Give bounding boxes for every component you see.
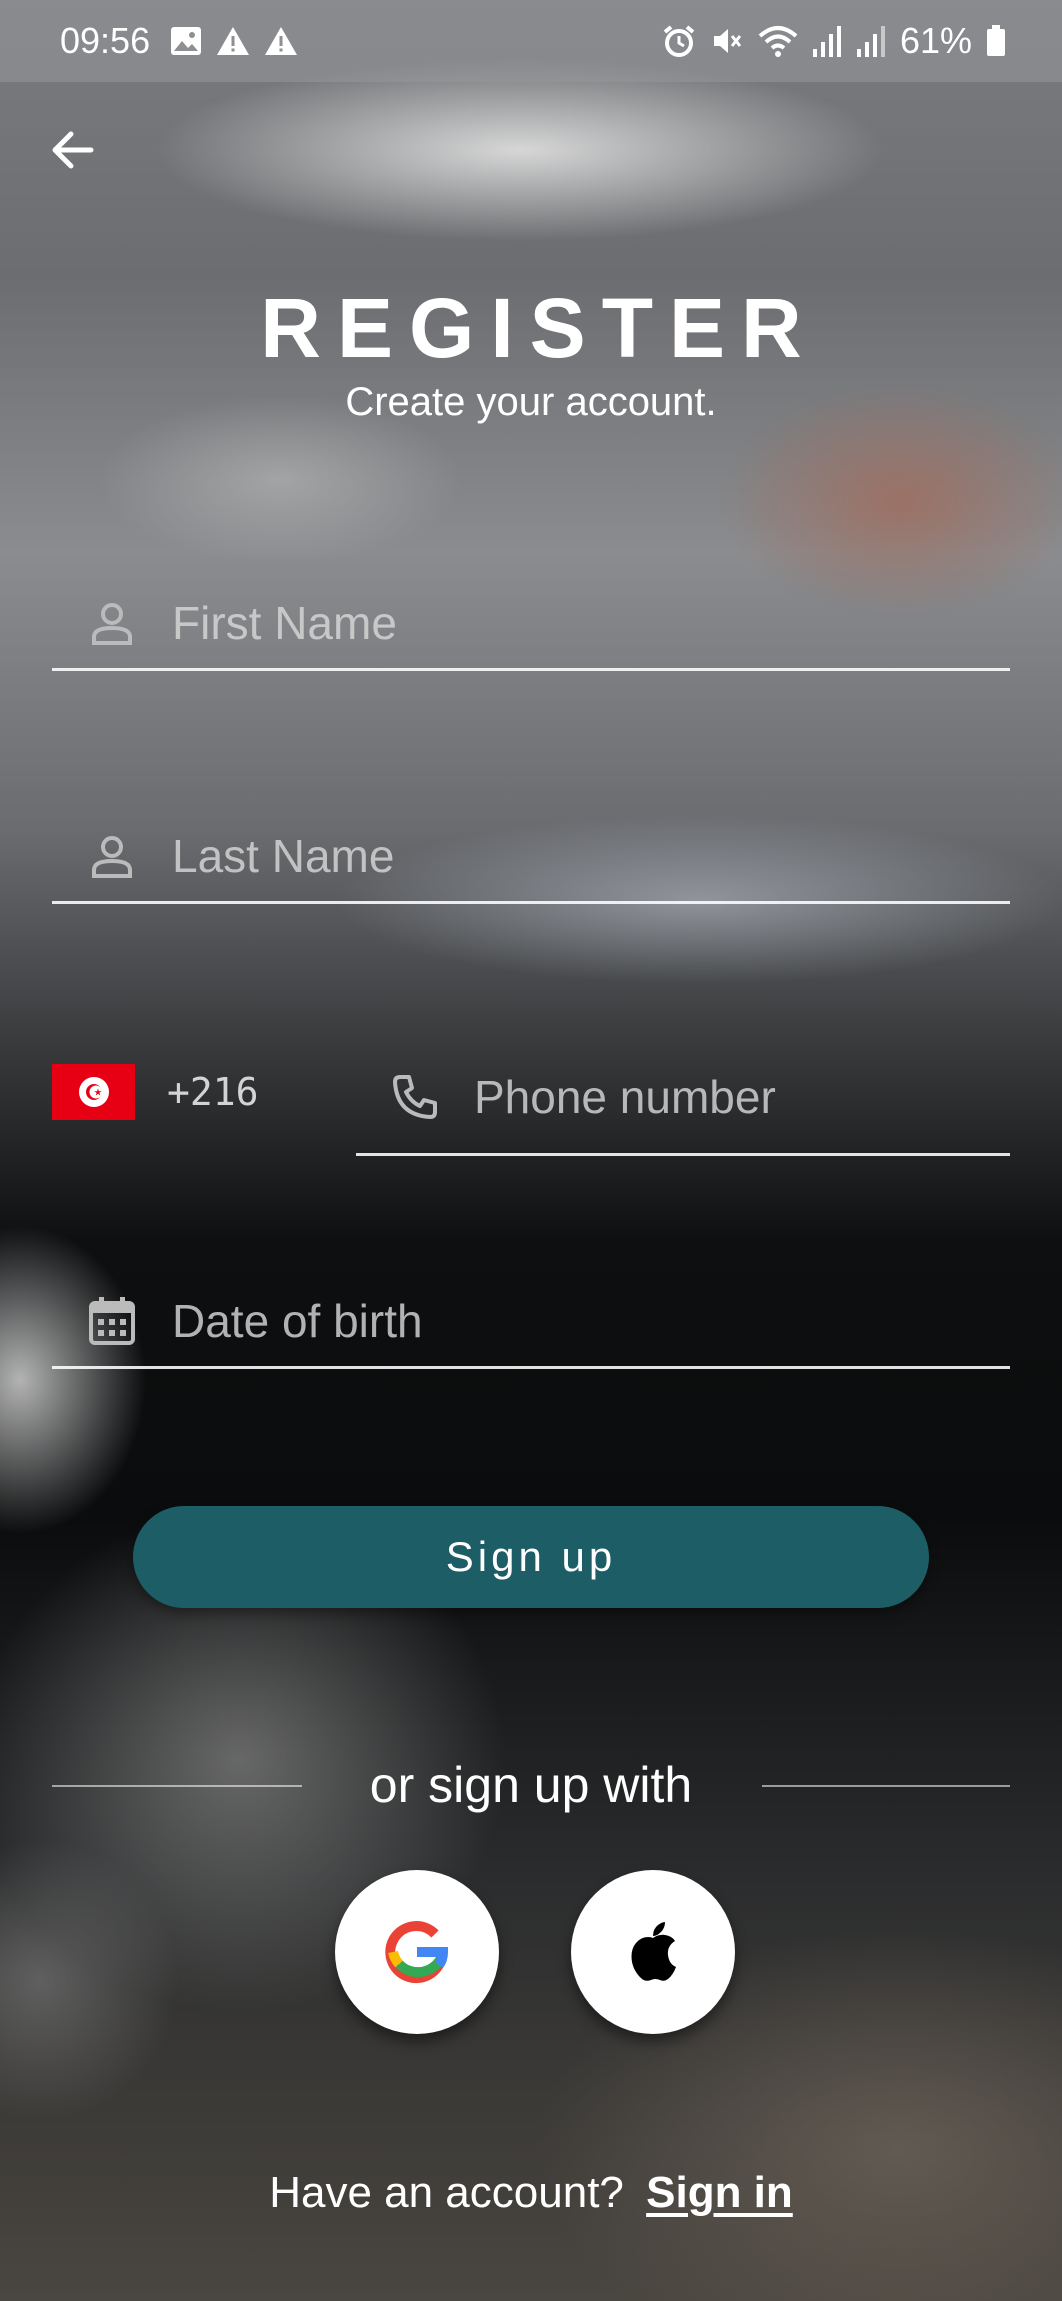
status-left: 09:56 <box>60 20 298 62</box>
wifi-icon <box>758 24 798 58</box>
date-of-birth-field[interactable]: Date of birth <box>52 1276 1010 1369</box>
person-icon <box>52 600 172 646</box>
status-right: 61% <box>662 20 1006 62</box>
phone-placeholder: Phone number <box>474 1070 776 1123</box>
page-title: REGISTER <box>260 281 818 375</box>
page-subtitle: Create your account. <box>345 380 717 424</box>
back-button[interactable] <box>46 124 98 176</box>
flag-emblem <box>78 1077 109 1107</box>
sign-in-prompt: Have an account? <box>269 2168 624 2217</box>
warning-icon <box>216 26 250 56</box>
phone-row: +216 Phone number <box>52 1040 1010 1156</box>
google-sign-up-button[interactable] <box>335 1870 499 2034</box>
sign-in-link[interactable]: Sign in <box>646 2168 793 2217</box>
signal-icon <box>856 25 886 57</box>
apple-sign-up-button[interactable] <box>571 1870 735 2034</box>
status-bar: 09:56 61% <box>0 0 1062 82</box>
alarm-icon <box>662 24 696 58</box>
battery-icon <box>986 25 1006 57</box>
social-divider: or sign up with <box>52 1756 1010 1816</box>
sign-up-button[interactable]: Sign up <box>133 1506 929 1608</box>
sign-in-row: Have an account? Sign in <box>0 2168 1062 2218</box>
phone-number-field[interactable]: Phone number <box>356 1040 1010 1156</box>
arrow-left-icon <box>52 131 94 169</box>
divider-text: or sign up with <box>369 1757 693 1813</box>
first-name-field[interactable]: First Name <box>52 578 1010 671</box>
image-icon <box>170 26 202 56</box>
person-icon <box>52 833 172 879</box>
phone-icon <box>356 1073 474 1121</box>
calendar-icon <box>52 1296 172 1346</box>
battery-percent: 61% <box>899 20 972 61</box>
country-code[interactable]: +216 <box>167 1070 259 1114</box>
warning-icon <box>264 26 298 56</box>
mute-icon <box>710 24 744 58</box>
dob-placeholder: Date of birth <box>172 1295 423 1347</box>
tunisia-flag-icon[interactable] <box>52 1064 135 1120</box>
apple-icon <box>631 1922 676 1981</box>
signal-icon <box>812 25 842 57</box>
status-time: 09:56 <box>60 20 151 61</box>
last-name-placeholder: Last Name <box>172 830 395 882</box>
last-name-field[interactable]: Last Name <box>52 811 1010 904</box>
google-icon <box>385 1921 449 1984</box>
first-name-placeholder: First Name <box>172 597 397 649</box>
